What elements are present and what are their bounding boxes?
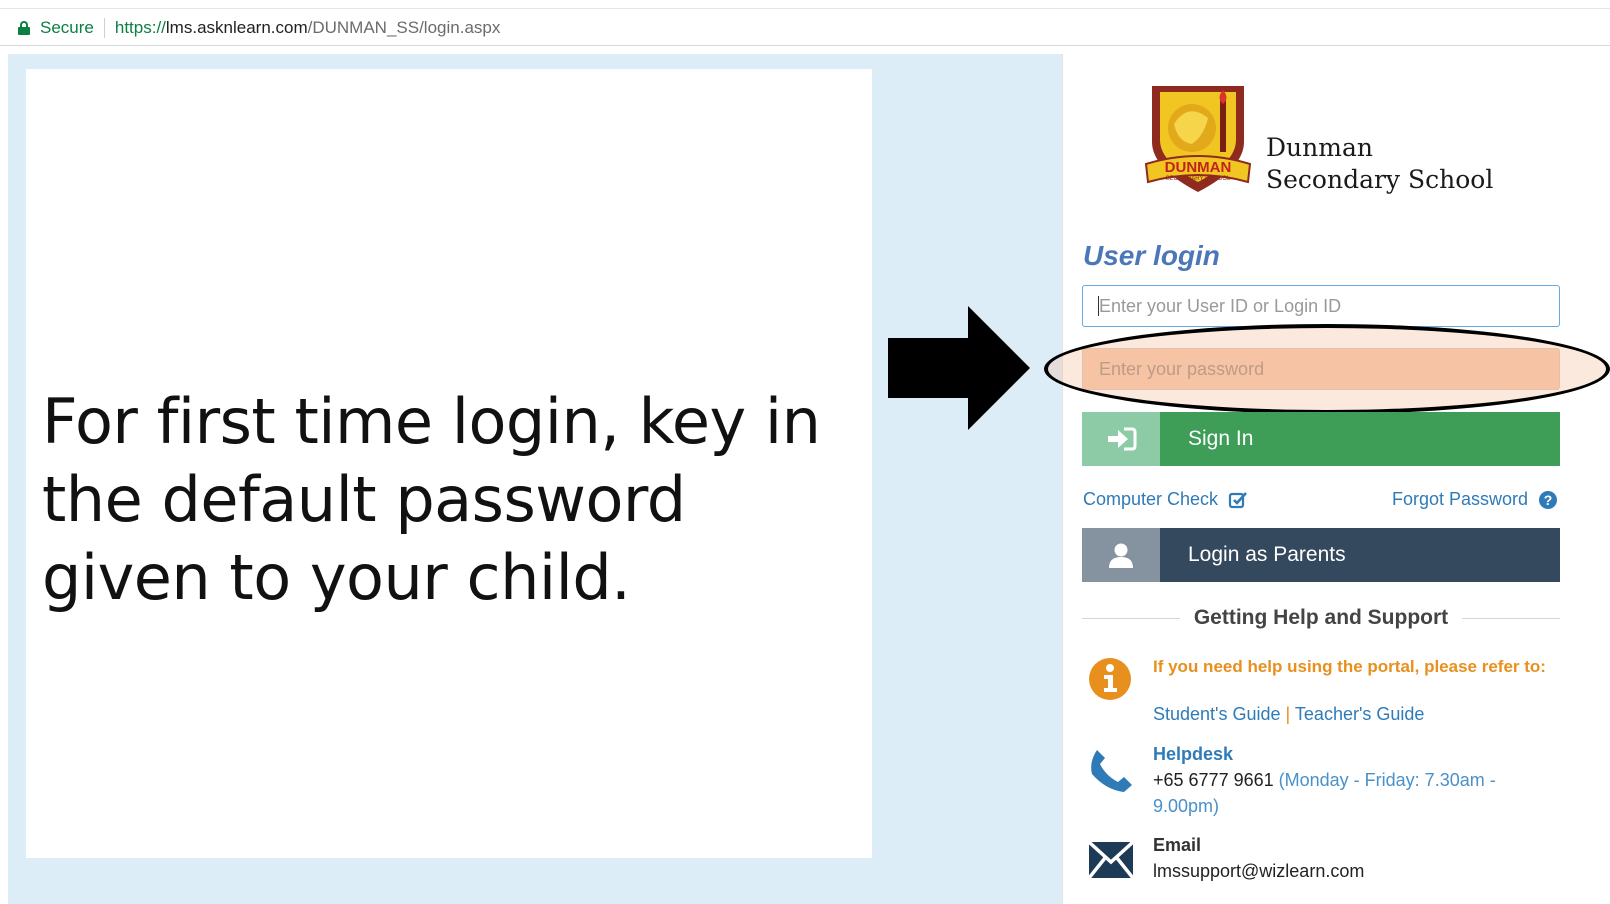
checkbox-edit-icon	[1228, 491, 1248, 508]
arrow-right-icon	[888, 306, 1030, 430]
email-label: Email	[1153, 835, 1202, 855]
computer-check-label: Computer Check	[1083, 489, 1219, 509]
forgot-password-label: Forgot Password	[1392, 489, 1529, 509]
login-as-parents-button[interactable]: Login as Parents	[1082, 528, 1560, 582]
school-name-line2: Secondary School	[1266, 165, 1494, 194]
help-heading-text: Getting Help and Support	[1193, 606, 1449, 629]
address-separator	[103, 17, 105, 38]
logo-wordmark: DUNMAN	[1165, 159, 1232, 176]
signin-button[interactable]: Sign In	[1082, 412, 1560, 466]
divider-right	[1462, 617, 1561, 619]
signin-label: Sign In	[1188, 427, 1254, 450]
student-guide-link[interactable]: Student's Guide	[1153, 704, 1281, 724]
school-name-line1: Dunman	[1266, 133, 1373, 162]
divider-left	[1082, 617, 1180, 619]
logo-subtext: SECONDARY SCHOOL	[1166, 176, 1231, 182]
helpdesk-label: Helpdesk	[1153, 744, 1234, 764]
svg-text:?: ?	[1544, 492, 1553, 508]
teacher-guide-link[interactable]: Teacher's Guide	[1295, 704, 1425, 724]
signin-icon	[1082, 412, 1160, 466]
school-name: Dunman Secondary School	[1266, 132, 1493, 196]
browser-top-border	[0, 8, 1610, 9]
guide-links: Student's Guide | Teacher's Guide	[1153, 704, 1424, 725]
parents-label: Login as Parents	[1188, 543, 1346, 566]
school-crest-logo: DUNMAN SECONDARY SCHOOL	[1144, 86, 1252, 192]
envelope-icon	[1088, 840, 1134, 880]
password-highlight-ellipse	[1044, 324, 1610, 414]
login-title: User login	[1083, 240, 1220, 271]
lock-icon	[18, 20, 30, 35]
help-section-heading: Getting Help and Support	[1082, 604, 1561, 632]
question-circle-icon: ?	[1539, 490, 1558, 509]
url-path: /DUNMAN_SS/login.aspx	[307, 17, 501, 37]
info-icon	[1089, 658, 1131, 700]
helpdesk-details: +65 6777 9661 (Monday - Friday: 7.30am -…	[1153, 767, 1553, 819]
phone-icon	[1091, 750, 1132, 792]
forgot-password-link[interactable]: Forgot Password ?	[1392, 489, 1558, 510]
url-host: lms.asknlearn.com	[165, 17, 308, 37]
text-caret	[1098, 296, 1099, 316]
instruction-text: For first time login, key in the default…	[42, 385, 821, 614]
userid-input[interactable]	[1082, 285, 1560, 327]
secure-label: Secure	[40, 17, 94, 37]
helpdesk-phone: +65 6777 9661	[1153, 770, 1274, 790]
help-info-text: If you need help using the portal, pleas…	[1153, 657, 1546, 676]
url-scheme: https://	[114, 17, 166, 37]
computer-check-link[interactable]: Computer Check	[1083, 489, 1248, 510]
user-icon	[1082, 528, 1160, 582]
email-address[interactable]: lmssupport@wizlearn.com	[1153, 858, 1553, 884]
address-bar[interactable]: Secure https://lms.asknlearn.com/DUNMAN_…	[0, 10, 1610, 46]
guide-separator: |	[1285, 704, 1291, 724]
screen: Secure https://lms.asknlearn.com/DUNMAN_…	[0, 0, 1610, 904]
